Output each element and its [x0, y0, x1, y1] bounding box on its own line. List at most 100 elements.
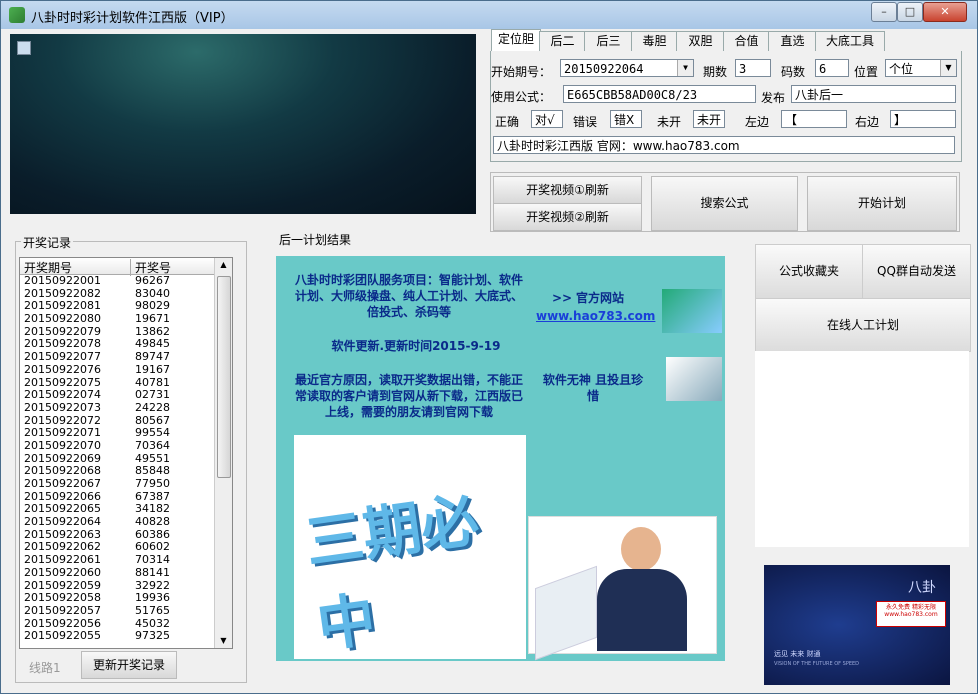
- position-label: 位置: [854, 65, 879, 79]
- ad-building-image: [662, 289, 722, 333]
- row-number: 40828: [135, 515, 170, 529]
- minimize-button[interactable]: –: [871, 2, 897, 22]
- maximize-button[interactable]: □: [897, 2, 923, 22]
- ad2-line2: VISION OF THE FUTURE OF SPEED: [774, 661, 860, 667]
- title-bar: 八卦时时彩计划软件江西版（VIP） – □ ✕: [1, 1, 977, 29]
- row-period: 20150922074: [24, 388, 101, 402]
- person-body: [597, 569, 687, 651]
- window-title: 八卦时时彩计划软件江西版（VIP）: [31, 11, 234, 26]
- row-period: 20150922055: [24, 629, 101, 643]
- row-period: 20150922058: [24, 591, 101, 605]
- row-period: 20150922061: [24, 553, 101, 567]
- left-input[interactable]: 【: [781, 110, 847, 128]
- video1-refresh-button[interactable]: 开奖视频①刷新: [493, 176, 642, 204]
- tab-housan[interactable]: 后三: [584, 31, 633, 51]
- tab-zhixuan[interactable]: 直选: [768, 31, 817, 51]
- laptop-image: [535, 565, 597, 661]
- video-icon: [17, 41, 31, 55]
- table-row[interactable]: 20150922067 77950: [20, 477, 214, 491]
- ad-banner-bottom[interactable]: 八卦 永久免费 精彩无限 www.hao783.com 远见 未来 财通 VIS…: [764, 565, 950, 685]
- table-row[interactable]: 20150922061 70314: [20, 553, 214, 567]
- online-manual-plan-button[interactable]: 在线人工计划: [755, 298, 971, 352]
- tab-dudan[interactable]: 毒胆: [631, 31, 678, 51]
- ad-service-text: 八卦时时彩团队服务项目：智能计划、软件计划、大师级操盘、纯人工计划、大底式、倍投…: [294, 273, 523, 319]
- tab-dingweidan[interactable]: 定位胆: [491, 29, 541, 52]
- table-row[interactable]: 20150922080 19671: [20, 312, 214, 326]
- row-period: 20150922060: [24, 565, 101, 579]
- tab-houer[interactable]: 后二: [539, 31, 586, 51]
- table-row[interactable]: 20150922060 88141: [20, 565, 214, 580]
- tab-dadi-tools[interactable]: 大底工具: [815, 31, 885, 51]
- codes-label: 码数: [781, 65, 806, 79]
- tab-hezhi[interactable]: 合值: [723, 31, 770, 51]
- periods-label: 期数: [703, 65, 728, 79]
- start-period-label: 开始期号：: [491, 65, 552, 79]
- table-row[interactable]: 20150922074 02731: [20, 388, 214, 402]
- row-number: 89747: [135, 350, 170, 364]
- formula-label: 使用公式：: [491, 90, 552, 104]
- start-period-select[interactable]: 20150922064 ▼: [560, 59, 694, 77]
- blank-panel: [755, 351, 969, 547]
- periods-input[interactable]: 3: [735, 59, 771, 77]
- video2-refresh-button[interactable]: 开奖视频②刷新: [493, 203, 642, 231]
- list-header: 开奖期号 开奖号: [20, 258, 214, 276]
- table-row[interactable]: 20150922055 97325: [20, 630, 214, 643]
- chevron-down-icon: ▼: [677, 60, 693, 76]
- row-number: 02731: [135, 388, 170, 402]
- row-period: 20150922080: [24, 312, 101, 326]
- lottery-legend: 开奖记录: [21, 234, 74, 251]
- start-plan-button[interactable]: 开始计划: [807, 176, 957, 231]
- table-row[interactable]: 20150922077 89747: [20, 350, 214, 364]
- scroll-up-icon[interactable]: ▲: [215, 258, 232, 272]
- publish-input[interactable]: 八卦后一: [791, 85, 956, 103]
- refresh-records-button[interactable]: 更新开奖记录: [81, 651, 177, 679]
- search-formula-button[interactable]: 搜索公式: [651, 176, 798, 231]
- row-period: 20150922076: [24, 362, 101, 376]
- qq-auto-send-button[interactable]: QQ群自动发送: [862, 244, 971, 299]
- chevron-down-icon: ▼: [940, 60, 956, 76]
- table-row[interactable]: 20150922001 96267: [20, 274, 214, 288]
- scroll-thumb[interactable]: [217, 276, 231, 478]
- ad-notice-text: 最近官方原因，读取开奖数据出错，不能正常读取的客户请到官网从新下载，江西版已上线…: [294, 373, 523, 419]
- table-row[interactable]: 20150922073 24228: [20, 400, 214, 415]
- ad-person-image: [528, 516, 717, 661]
- info-field[interactable]: 八卦时时彩江西版 官网：www.hao783.com: [493, 136, 955, 154]
- scroll-down-icon[interactable]: ▼: [215, 634, 232, 648]
- result-title: 后一计划结果: [279, 233, 352, 247]
- table-row[interactable]: 20150922070 70364: [20, 438, 214, 453]
- ad-update-text: 软件更新.更新时间2015-9-19: [331, 339, 501, 353]
- row-number: 19671: [135, 312, 170, 326]
- ad-network-image: [666, 357, 722, 401]
- row-period: 20150922077: [24, 350, 101, 364]
- codes-input[interactable]: 6: [815, 59, 849, 77]
- video-area: [10, 34, 476, 214]
- right-label: 右边: [855, 115, 880, 129]
- ad-site-link[interactable]: www.hao783.com: [536, 308, 655, 324]
- row-period: 20150922001: [24, 274, 101, 287]
- app-icon: [9, 7, 25, 23]
- ad-slogan-text: 三期必中: [301, 485, 483, 661]
- table-row[interactable]: 20150922058 19936: [20, 591, 214, 605]
- position-select[interactable]: 个位 ▼: [885, 59, 957, 77]
- lottery-list[interactable]: 开奖期号 开奖号 20150922001 96267 20150922082 8304…: [19, 257, 233, 649]
- table-row[interactable]: 20150922057 51765: [20, 604, 214, 618]
- wrong-input[interactable]: 错X: [610, 110, 642, 128]
- unopen-label: 未开: [657, 115, 682, 129]
- ad2-red-text: 永久免费 精彩无限: [886, 604, 936, 611]
- table-row[interactable]: 20150922064 40828: [20, 515, 214, 529]
- row-number: 19936: [135, 591, 170, 605]
- person-head: [621, 527, 661, 571]
- table-row[interactable]: 20150922076 19167: [20, 362, 214, 377]
- ad2-url: www.hao783.com: [884, 611, 938, 618]
- correct-input[interactable]: 对√: [531, 110, 563, 128]
- ad2-red-box: 永久免费 精彩无限 www.hao783.com: [876, 601, 946, 627]
- row-period: 20150922073: [24, 400, 101, 414]
- row-number: 70364: [135, 438, 170, 452]
- formula-input[interactable]: E665CBB58AD00C8/23: [563, 85, 756, 103]
- right-input[interactable]: 】: [890, 110, 956, 128]
- tab-shuangdan[interactable]: 双胆: [676, 31, 725, 51]
- vertical-scrollbar[interactable]: ▲ ▼: [214, 258, 232, 648]
- formula-favorites-button[interactable]: 公式收藏夹: [755, 244, 863, 299]
- close-button[interactable]: ✕: [923, 2, 967, 22]
- unopen-input[interactable]: 未开: [693, 110, 725, 128]
